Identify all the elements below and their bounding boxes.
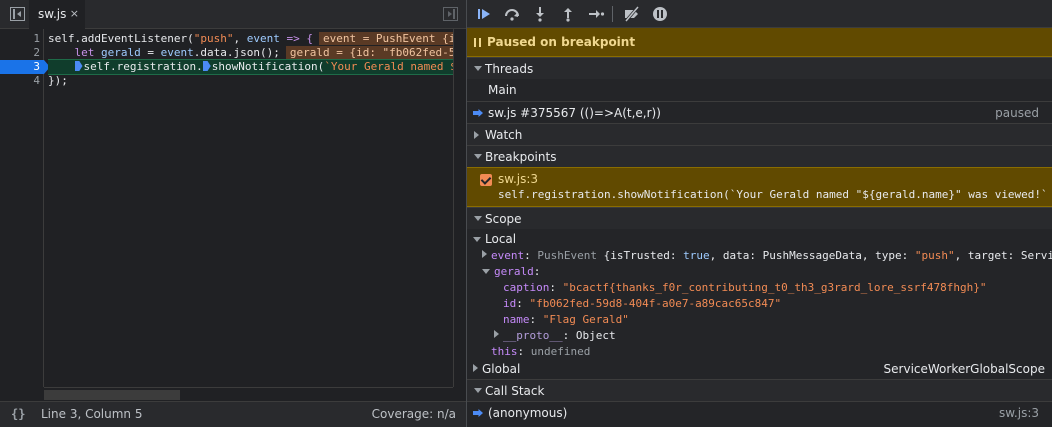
editor-status-bar: {} Line 3, Column 5 Coverage: n/a	[0, 401, 466, 427]
source-editor-pane: sw.js × 1 2 3 4 self.addEventListener("p…	[0, 0, 466, 427]
inline-value-gerald: gerald = {id: "fb062fed-59d8-404f	[285, 46, 453, 59]
vertical-scrollbar[interactable]	[453, 29, 466, 387]
debugger-toolbar	[467, 0, 1052, 28]
expand-arrow-icon[interactable]	[494, 330, 499, 338]
line-number[interactable]: 4	[0, 74, 40, 88]
expand-arrow-icon	[474, 66, 482, 71]
call-stack-section-header[interactable]: Call Stack	[467, 379, 1052, 401]
current-frame-arrow-icon	[473, 409, 483, 417]
step-into-icon[interactable]	[531, 5, 549, 23]
step-over-icon[interactable]	[503, 5, 521, 23]
code-line: let gerald = event.data.json(); gerald = …	[48, 46, 453, 60]
expand-arrow-icon	[474, 388, 482, 393]
expand-arrow-icon	[474, 216, 482, 221]
gerald-prop-id[interactable]: id: "fb062fed-59d8-404f-a0e7-a89cac65c84…	[503, 296, 1052, 312]
toolbar-divider	[612, 6, 613, 22]
pause-on-exceptions-icon[interactable]	[651, 5, 669, 23]
debugger-sidebar: Paused on breakpoint Threads Main sw.js …	[466, 0, 1052, 427]
scope-var-this[interactable]: this: undefined	[491, 344, 1052, 360]
pretty-print-button[interactable]: {}	[11, 402, 25, 427]
gerald-prop-name[interactable]: name: "Flag Gerald"	[503, 312, 1052, 328]
breakpoint-snippet: self.registration.showNotification(`Your…	[498, 188, 1048, 201]
inline-value-event: event = PushEvent {isTrusted: true	[318, 32, 453, 45]
cursor-position: Line 3, Column 5	[41, 407, 143, 421]
step-out-icon[interactable]	[559, 5, 577, 23]
gerald-prop-caption[interactable]: caption: "bcactf{thanks_f0r_contributing…	[503, 280, 1052, 296]
breakpoint-location: sw.js:3	[498, 172, 539, 186]
line-number[interactable]: 1	[0, 32, 40, 46]
breakpoint-checkbox[interactable]	[480, 174, 492, 186]
gerald-prop-proto[interactable]: __proto__: Object	[494, 328, 1052, 344]
thread-item-sw-js[interactable]: sw.js #375567 (()=>A(t,e,r)) paused	[467, 101, 1052, 123]
breakpoints-section-header[interactable]: Breakpoints	[467, 145, 1052, 167]
collapse-arrow-icon[interactable]	[482, 269, 490, 274]
scope-section-header[interactable]: Scope	[467, 207, 1052, 229]
scope-global[interactable]: Global ServiceWorkerGlobalScope	[473, 361, 1052, 377]
thread-main[interactable]: Main	[467, 79, 1052, 101]
toggle-navigator-icon[interactable]	[10, 7, 25, 21]
watch-section-header[interactable]: Watch	[467, 123, 1052, 145]
continue-to-here-icon[interactable]	[74, 61, 83, 71]
code-line: self.addEventListener("push", event => {…	[48, 32, 453, 46]
scope-var-event[interactable]: event: PushEvent {isTrusted: true, data:…	[482, 248, 1052, 264]
scope-tree: Local event: PushEvent {isTrusted: true,…	[467, 229, 1052, 379]
pause-icon	[474, 38, 481, 47]
call-frame-anonymous[interactable]: (anonymous) sw.js:3	[467, 401, 1052, 427]
toggle-debugger-icon[interactable]	[443, 7, 458, 21]
editor-tab-bar: sw.js ×	[0, 0, 466, 29]
line-number-gutter[interactable]: 1 2 3 4	[0, 29, 50, 387]
breakpoint-line-number[interactable]: 3	[0, 60, 50, 74]
current-thread-arrow-icon	[473, 109, 483, 117]
close-tab-icon[interactable]: ×	[70, 0, 79, 28]
breakpoint-item[interactable]: sw.js:3 self.registration.showNotificati…	[467, 167, 1052, 207]
paused-message: Paused on breakpoint	[487, 35, 636, 49]
expand-arrow-icon	[474, 154, 482, 159]
continue-to-here-icon[interactable]	[202, 61, 211, 71]
threads-section-header[interactable]: Threads	[467, 57, 1052, 79]
code-line: });	[48, 74, 68, 87]
line-number[interactable]: 2	[0, 46, 40, 60]
current-execution-line: self.registration. showNotification(`Your…	[48, 59, 453, 75]
horizontal-scrollbar[interactable]	[44, 387, 453, 401]
thread-status: paused	[995, 106, 1039, 120]
tab-label: sw.js	[38, 7, 67, 21]
scope-var-gerald[interactable]: gerald:	[482, 264, 1052, 280]
scrollbar-thumb[interactable]	[44, 390, 180, 400]
tab-sw-js[interactable]: sw.js ×	[29, 0, 85, 29]
paused-banner: Paused on breakpoint	[467, 28, 1052, 57]
coverage-status[interactable]: Coverage: n/a	[372, 402, 456, 427]
collapse-arrow-icon	[474, 131, 479, 139]
expand-arrow-icon[interactable]	[482, 250, 487, 258]
call-frame-location[interactable]: sw.js:3	[999, 402, 1039, 424]
code-area[interactable]: self.addEventListener("push", event => {…	[48, 29, 453, 387]
resume-icon[interactable]	[475, 5, 493, 23]
scope-local[interactable]: Local	[473, 231, 1052, 247]
step-icon[interactable]	[587, 5, 605, 23]
deactivate-breakpoints-icon[interactable]	[623, 5, 641, 23]
